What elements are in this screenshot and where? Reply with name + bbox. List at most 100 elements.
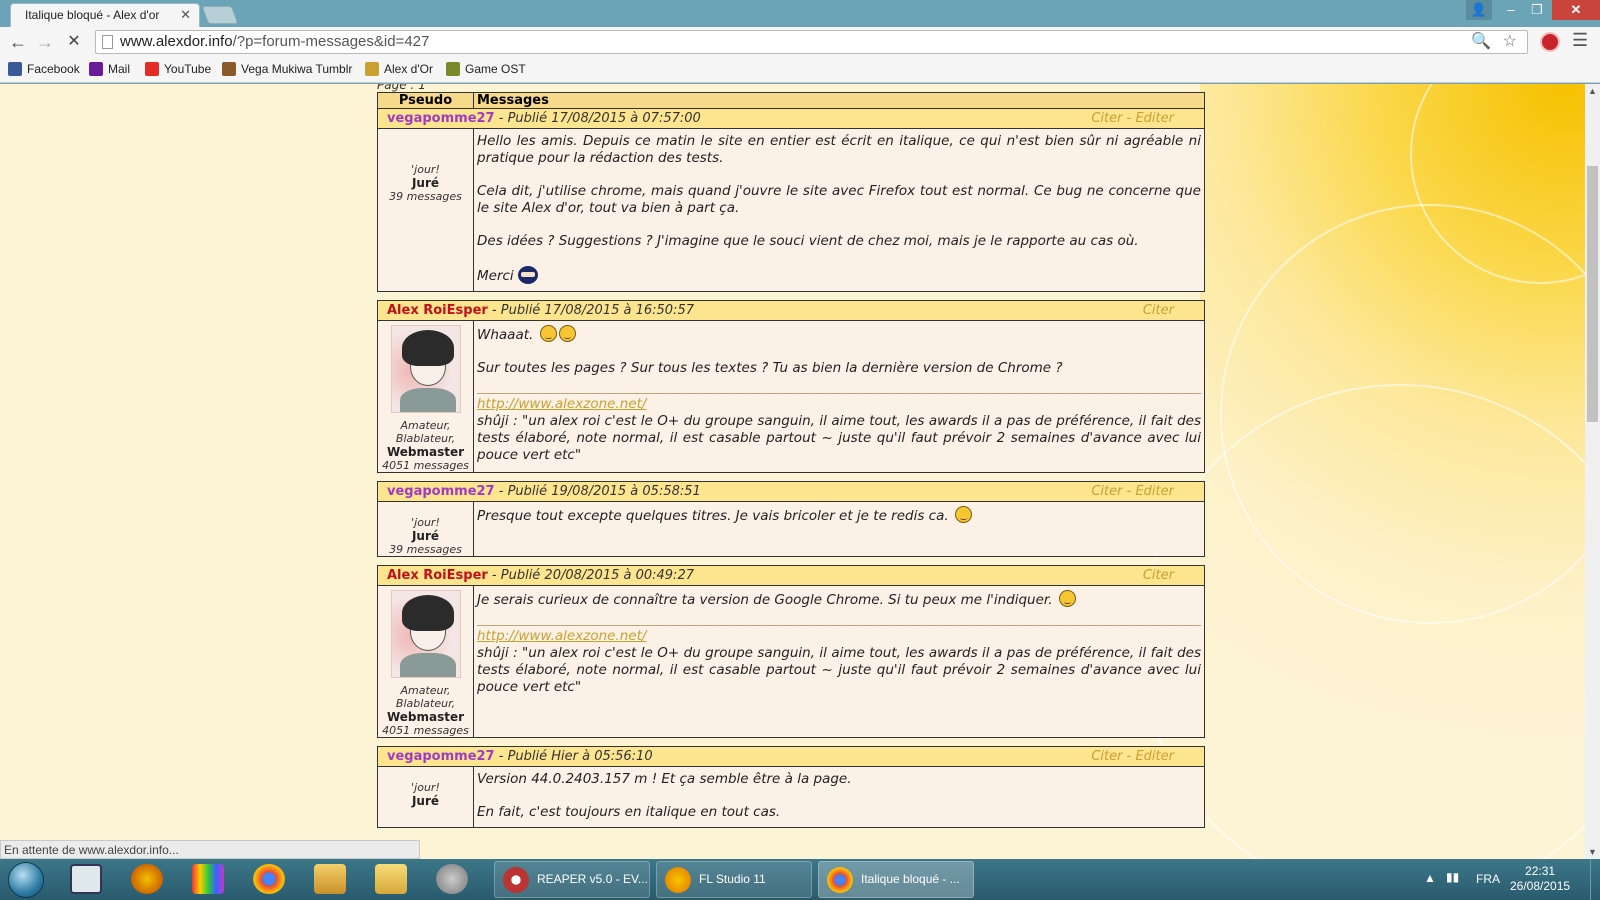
language-indicator[interactable]: FRA [1476, 872, 1500, 886]
forum-post: Alex RoiEsper - Publié 20/08/2015 à 00:4… [377, 565, 1205, 738]
show-hidden-icons[interactable]: ▲ [1424, 871, 1436, 885]
cite-link[interactable]: Citer [1091, 484, 1122, 499]
facebook-icon [8, 62, 22, 76]
bookmark-star-icon[interactable]: ☆ [1503, 31, 1517, 53]
gameost-icon [446, 62, 460, 76]
author-panel: 'jour! Juré [378, 767, 474, 827]
reaper-icon [503, 867, 529, 893]
edit-link[interactable]: Editer [1135, 749, 1174, 764]
youtube-icon [145, 62, 159, 76]
start-button[interactable] [8, 862, 44, 898]
bookmark-game-ost[interactable]: Game OST [446, 62, 526, 76]
edit-link[interactable]: Editer [1135, 111, 1174, 126]
network-icon[interactable]: ▮▮ [1446, 870, 1459, 884]
scroll-up-icon[interactable]: ▲ [1588, 86, 1597, 96]
post-header: vegapomme27 - Publié Hier à 05:56:10 Cit… [378, 747, 1204, 767]
bookmarks-bar: Facebook Mail YouTube Vega Mukiwa Tumblr… [0, 58, 1600, 83]
cite-link[interactable]: Citer [1091, 749, 1122, 764]
post-header: Alex RoiEsper - Publié 20/08/2015 à 00:4… [378, 566, 1204, 586]
signature-separator [477, 393, 1201, 394]
close-window-icon[interactable]: ✕ [1552, 0, 1600, 20]
settings-gear-icon[interactable] [436, 864, 468, 894]
author-status: 'jour! [411, 516, 440, 529]
page-viewport[interactable]: Page : 1 Pseudo Messages vegapomme27 - P… [0, 84, 1585, 859]
user-profile-icon[interactable]: 👤 [1466, 0, 1492, 20]
chrome-pinned-icon[interactable] [253, 864, 285, 894]
window-titlebar: Italique bloqué - Alex d'or ✕ 👤 – ❐ ✕ [0, 0, 1600, 27]
browser-tab[interactable]: Italique bloqué - Alex d'or ✕ [10, 3, 200, 27]
avatar [390, 325, 461, 413]
thread-header: Pseudo Messages [377, 92, 1205, 109]
tab-title: Italique bloqué - Alex d'or [25, 8, 160, 22]
bookmark-youtube[interactable]: YouTube [145, 62, 211, 76]
windows-taskbar: REAPER v5.0 - EV... FL Studio 11 Italiqu… [0, 859, 1600, 900]
task-chrome[interactable]: Italique bloqué - ... [818, 861, 974, 898]
post-author-link[interactable]: Alex RoiEsper [387, 568, 488, 583]
show-desktop-button[interactable] [1590, 859, 1600, 900]
url-path: /?p=forum-messages&id=427 [232, 33, 430, 50]
system-clock[interactable]: 22:31 26/08/2015 [1510, 864, 1570, 894]
bookmark-facebook[interactable]: Facebook [8, 62, 80, 76]
signature-link[interactable]: http://www.alexzone.net/ [477, 396, 1201, 413]
post-date: - Publié Hier à 05:56:10 [494, 749, 653, 764]
headphones-app-icon[interactable] [131, 864, 163, 894]
scroll-thumb[interactable] [1587, 166, 1598, 422]
forum-thread: Page : 1 Pseudo Messages vegapomme27 - P… [377, 84, 1205, 836]
author-panel: 'jour! Juré 39 messages [378, 502, 474, 556]
smile-smiley-icon [1058, 590, 1076, 607]
cite-link[interactable]: Citer [1091, 111, 1122, 126]
signature-text: shûji : "un alex roi c'est le O+ du grou… [477, 413, 1201, 463]
folder-icon[interactable] [375, 864, 407, 894]
post-author-link[interactable]: vegapomme27 [387, 749, 495, 764]
bookmark-alexdor[interactable]: Alex d'Or [365, 62, 433, 76]
loading-status-bar: En attente de www.alexdor.info... [0, 840, 420, 859]
chrome-menu-icon[interactable]: ☰ [1572, 30, 1588, 51]
author-message-count: 4051 messages [382, 459, 469, 472]
signature-text: shûji : "un alex roi c'est le O+ du grou… [477, 645, 1201, 695]
smile-smiley-icon [954, 506, 972, 523]
post-author-link[interactable]: vegapomme27 [387, 111, 495, 126]
zoom-icon[interactable]: 🔍 [1471, 31, 1491, 53]
post-author-link[interactable]: vegapomme27 [387, 484, 495, 499]
back-icon[interactable]: ← [6, 30, 30, 54]
scroll-down-icon[interactable]: ▼ [1588, 847, 1597, 857]
flstudio-icon [665, 867, 691, 893]
cite-link[interactable]: Citer [1143, 568, 1174, 583]
column-pseudo: Pseudo [378, 93, 474, 108]
bookmark-mail[interactable]: Mail [89, 62, 130, 76]
post-header: vegapomme27 - Publié 19/08/2015 à 05:58:… [378, 482, 1204, 502]
minimize-icon[interactable]: – [1498, 0, 1524, 20]
stop-loading-icon[interactable]: ✕ [62, 30, 86, 54]
author-panel: Amateur, Blablateur, Webmaster 4051 mess… [378, 321, 474, 472]
post-content: Je serais curieux de connaître ta versio… [477, 590, 1201, 695]
forum-post: vegapomme27 - Publié 17/08/2015 à 07:57:… [377, 109, 1205, 292]
address-bar[interactable]: www.alexdor.info/?p=forum-messages&id=42… [95, 30, 1528, 54]
bookmark-vega-tumblr[interactable]: Vega Mukiwa Tumblr [222, 62, 352, 76]
cite-link[interactable]: Citer [1143, 303, 1174, 318]
paint-tools-icon[interactable] [314, 864, 346, 894]
confused-smiley-icon [558, 325, 576, 342]
author-status: 'jour! [411, 163, 440, 176]
chrome-icon [827, 867, 853, 893]
author-rank: Webmaster [386, 710, 465, 724]
explorer-window-icon[interactable] [70, 864, 102, 894]
post-date: - Publié 20/08/2015 à 00:49:27 [487, 568, 694, 583]
alexdor-icon [365, 62, 379, 76]
close-tab-icon[interactable]: ✕ [180, 7, 191, 23]
color-app-icon[interactable] [192, 864, 224, 894]
author-panel: 'jour! Juré 39 messages [378, 129, 474, 291]
signature-link[interactable]: http://www.alexzone.net/ [477, 628, 1201, 645]
restore-icon[interactable]: ❐ [1524, 0, 1550, 20]
new-tab-button[interactable] [201, 6, 239, 24]
page-scrollbar[interactable]: ▲ ▼ [1585, 84, 1600, 859]
forward-icon[interactable]: → [33, 30, 57, 54]
adblock-extension-icon[interactable] [1540, 32, 1560, 52]
task-reaper[interactable]: REAPER v5.0 - EV... [494, 861, 650, 898]
confused-smiley-icon [539, 325, 557, 342]
forum-post: vegapomme27 - Publié 19/08/2015 à 05:58:… [377, 481, 1205, 557]
task-flstudio[interactable]: FL Studio 11 [656, 861, 812, 898]
post-date: - Publié 19/08/2015 à 05:58:51 [494, 484, 701, 499]
avatar [390, 590, 461, 678]
edit-link[interactable]: Editer [1135, 484, 1174, 499]
post-author-link[interactable]: Alex RoiEsper [387, 303, 488, 318]
